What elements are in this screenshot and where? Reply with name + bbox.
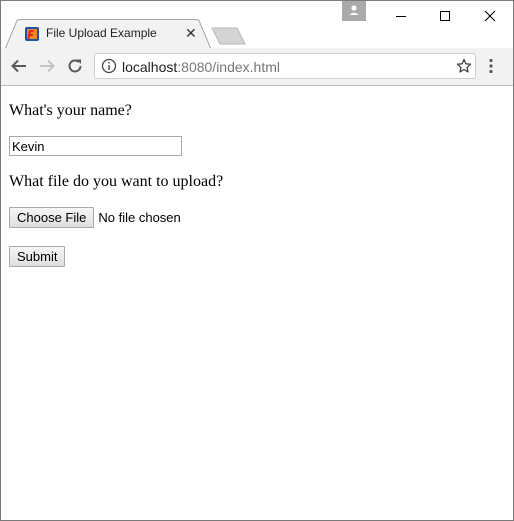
url-text[interactable]: localhost:8080/index.html — [122, 59, 280, 75]
bookmark-star-icon[interactable] — [456, 58, 472, 74]
maximize-icon — [440, 11, 450, 21]
page-content: What's your name? What file do you want … — [1, 86, 513, 520]
name-question-label: What's your name? — [9, 102, 132, 119]
reload-icon[interactable] — [66, 57, 84, 75]
file-question-label: What file do you want to upload? — [9, 173, 224, 190]
profile-button[interactable] — [342, 1, 366, 21]
file-input[interactable]: Choose File No file chosen — [9, 207, 181, 228]
address-bar[interactable]: localhost:8080/index.html — [94, 53, 476, 79]
choose-file-button[interactable]: Choose File — [9, 207, 95, 228]
maximize-button[interactable] — [423, 1, 467, 31]
more-menu-icon[interactable] — [488, 58, 494, 74]
url-path: :8080/index.html — [177, 59, 280, 75]
new-tab-button[interactable] — [211, 27, 247, 45]
title-bar: File Upload Example ✕ — [1, 1, 513, 49]
browser-window: File Upload Example ✕ localhost:8080/ind… — [0, 0, 514, 521]
name-input[interactable] — [9, 136, 182, 156]
close-icon — [484, 10, 496, 22]
forward-arrow-icon[interactable] — [38, 57, 56, 75]
active-tab[interactable]: File Upload Example ✕ — [5, 19, 212, 49]
tab-title: File Upload Example — [46, 26, 157, 40]
url-host: localhost — [122, 59, 178, 75]
browser-toolbar: localhost:8080/index.html — [1, 48, 513, 86]
no-file-chosen-text: No file chosen — [98, 210, 181, 225]
back-arrow-icon[interactable] — [10, 57, 28, 75]
tab-close-icon[interactable]: ✕ — [185, 25, 197, 42]
minimize-icon — [396, 16, 406, 17]
close-window-button[interactable] — [467, 1, 511, 31]
site-favicon-icon — [25, 27, 39, 41]
person-icon — [349, 5, 359, 15]
info-icon[interactable] — [101, 58, 117, 74]
minimize-button[interactable] — [379, 1, 423, 31]
submit-button[interactable]: Submit — [9, 246, 66, 267]
